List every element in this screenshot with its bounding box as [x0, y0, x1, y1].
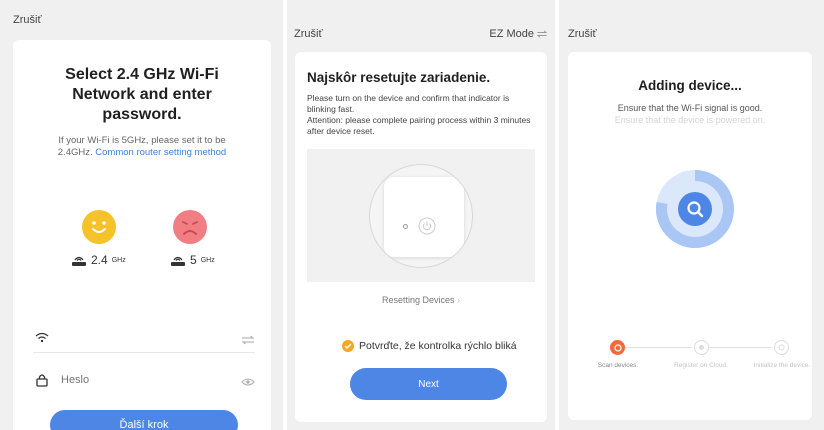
step-register-dot	[694, 340, 709, 355]
page-title: Najskôr resetujte zariadenie.	[307, 70, 491, 85]
cancel-button[interactable]: Zrušiť	[568, 28, 597, 40]
device-circle	[369, 164, 473, 268]
band-unit: GHz	[111, 256, 126, 264]
next-step-button[interactable]: Ďalší krok	[50, 410, 238, 430]
step-connector	[702, 347, 771, 348]
router-icon	[171, 256, 185, 266]
band-24ghz: 2.4 GHz	[71, 253, 126, 267]
password-field[interactable]	[61, 374, 241, 386]
reset-device-panel: Zrušiť EZ Mode Najskôr resetujte zariade…	[287, 0, 555, 430]
password-row	[33, 365, 255, 395]
switch-network-icon[interactable]	[241, 332, 255, 344]
adding-device-panel: Zrušiť Adding device... Ensure that the …	[559, 0, 824, 430]
cancel-button[interactable]: Zrušiť	[294, 28, 323, 40]
step-connector	[625, 347, 692, 348]
device-illustration	[307, 149, 535, 282]
search-icon	[678, 192, 712, 226]
confirm-blinking-checkbox[interactable]: Potvrďte, že kontrolka rýchlo bliká	[342, 340, 517, 352]
page-title: Adding device...	[638, 78, 742, 93]
reset-instructions: Please turn on the device and confirm th…	[307, 93, 537, 137]
confirm-label: Potvrďte, že kontrolka rýchlo bliká	[359, 340, 517, 352]
step-label-register: Register on Cloud.	[674, 362, 728, 369]
page-title: Select 2.4 GHz Wi-Fi Network and enter p…	[65, 66, 219, 123]
wifi-hint: If your Wi-Fi is 5GHz, please set it to …	[13, 135, 271, 159]
instruction-line: Please turn on the device and confirm th…	[307, 93, 510, 114]
resetting-devices-label: Resetting Devices	[381, 295, 455, 305]
wifi-network-row	[33, 323, 255, 353]
adding-card: Adding device... Ensure that the Wi-Fi s…	[568, 52, 812, 420]
ez-mode-toggle[interactable]: EZ Mode	[489, 28, 547, 40]
next-button[interactable]: Next	[350, 368, 507, 400]
wifi-signal-hint: Ensure that the Wi-Fi signal is good.	[617, 103, 763, 113]
band-value: 5	[190, 253, 197, 267]
step-label-scan: Scan devices.	[597, 362, 639, 369]
step-label-initialize: Initialize the device.	[753, 362, 811, 369]
switch-mode-icon	[537, 30, 547, 38]
power-button-icon	[418, 217, 436, 235]
check-icon	[342, 340, 354, 352]
resetting-devices-link[interactable]: Resetting Devices ›	[295, 295, 547, 305]
chevron-right-icon: ›	[457, 295, 461, 305]
router-icon	[72, 256, 86, 266]
band-5ghz: 5 GHz	[170, 253, 215, 267]
reset-card: Najskôr resetujte zariadenie. Please tur…	[295, 52, 547, 422]
wifi-name-field[interactable]	[61, 331, 241, 344]
indicator-light	[403, 224, 408, 229]
cancel-button[interactable]: Zrušiť	[13, 14, 42, 26]
sad-face-icon	[173, 210, 207, 244]
step-initialize-dot	[774, 340, 789, 355]
wifi-card: Select 2.4 GHz Wi-Fi Network and enter p…	[13, 40, 271, 430]
ez-mode-label: EZ Mode	[489, 28, 534, 40]
band-unit: GHz	[200, 256, 215, 264]
band-value: 2.4	[91, 253, 108, 267]
power-hint: Ensure that the device is powered on.	[614, 115, 766, 125]
wifi-icon	[33, 330, 51, 346]
eye-icon[interactable]	[241, 374, 255, 386]
happy-face-icon	[82, 210, 116, 244]
router-setting-link[interactable]: Common router setting method	[95, 147, 226, 158]
lock-icon	[33, 372, 51, 388]
wifi-setup-panel: Zrušiť Select 2.4 GHz Wi-Fi Network and …	[0, 0, 283, 430]
device-body	[384, 177, 464, 257]
attention-line: Attention: please complete pairing proce…	[307, 115, 531, 136]
step-scan-dot	[610, 340, 625, 355]
